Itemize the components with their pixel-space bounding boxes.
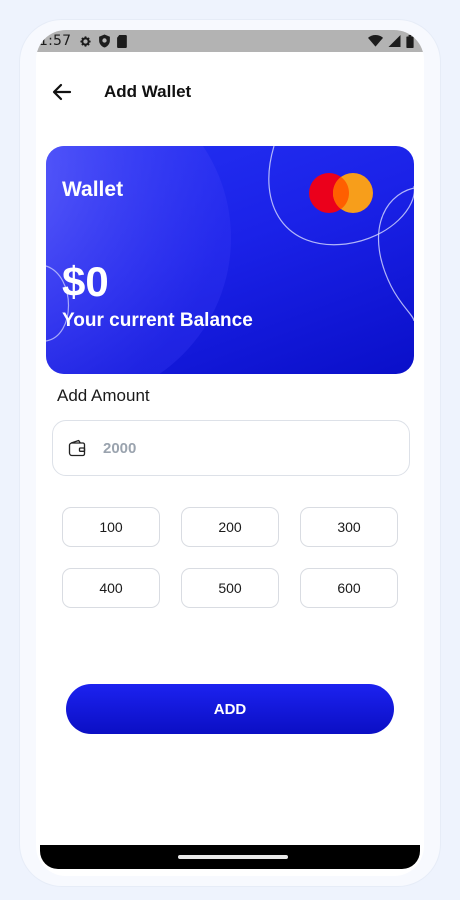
amount-label: Add Amount bbox=[57, 386, 150, 405]
preset-300-button[interactable]: 300 bbox=[300, 507, 398, 547]
status-time: 1:57 bbox=[39, 33, 72, 49]
arrow-left-icon[interactable] bbox=[50, 80, 74, 104]
preset-200-button[interactable]: 200 bbox=[181, 507, 279, 547]
app-header: Add Wallet bbox=[36, 70, 424, 114]
phone-frame: 1:57 Add Wallet Wallet $0 Your current B… bbox=[20, 20, 440, 886]
status-bar: 1:57 bbox=[36, 30, 424, 52]
system-nav-bar bbox=[40, 845, 420, 869]
shield-icon bbox=[99, 34, 111, 48]
card-balance-caption: Your current Balance bbox=[62, 310, 253, 331]
wifi-icon bbox=[368, 35, 383, 47]
preset-100-button[interactable]: 100 bbox=[62, 507, 160, 547]
gear-icon bbox=[80, 35, 91, 47]
home-indicator[interactable] bbox=[178, 855, 288, 859]
amount-input[interactable] bbox=[101, 438, 355, 458]
sd-card-icon bbox=[117, 34, 128, 48]
preset-400-button[interactable]: 400 bbox=[62, 568, 160, 608]
amount-field[interactable] bbox=[52, 420, 410, 476]
card-balance: $0 bbox=[62, 258, 109, 305]
mastercard-logo bbox=[309, 173, 373, 213]
battery-icon bbox=[406, 34, 414, 48]
wallet-icon bbox=[68, 439, 86, 457]
page-title: Add Wallet bbox=[104, 82, 192, 101]
wallet-card: Wallet $0 Your current Balance bbox=[46, 146, 414, 374]
preset-500-button[interactable]: 500 bbox=[181, 568, 279, 608]
app-screen: 1:57 Add Wallet Wallet $0 Your current B… bbox=[36, 30, 424, 876]
card-label: Wallet bbox=[62, 178, 124, 201]
preset-600-button[interactable]: 600 bbox=[300, 568, 398, 608]
signal-icon bbox=[388, 35, 401, 47]
add-button[interactable]: ADD bbox=[66, 684, 394, 734]
